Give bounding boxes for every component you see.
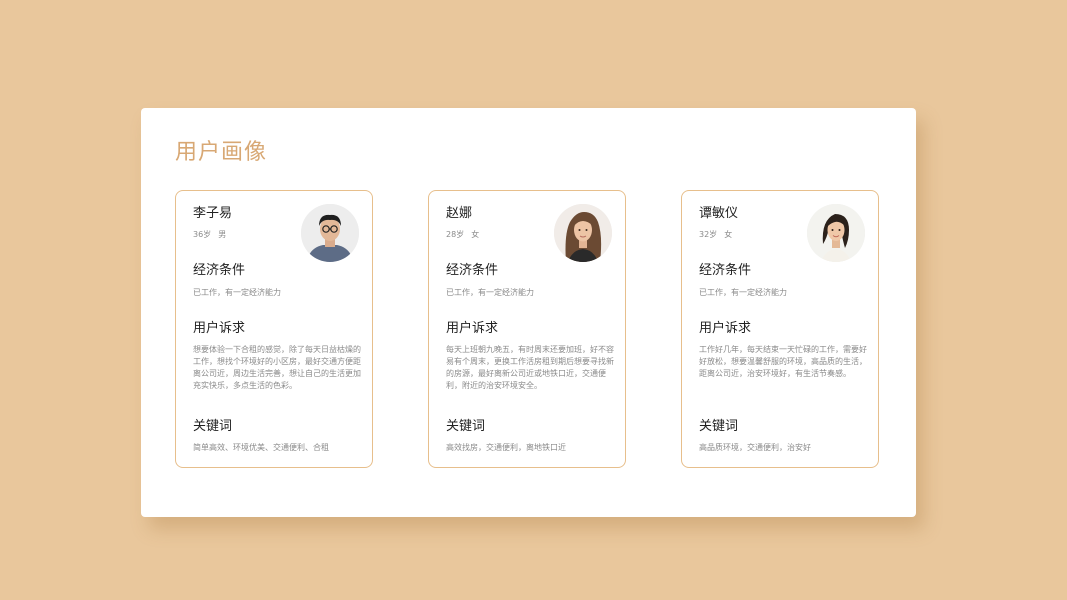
persona-card-2: 赵娜 28岁 女 经济条件 已工作，有一定经济能力 用户诉求 每天上班朝九晚五，… [428, 190, 626, 468]
appeal-text: 工作好几年，每天结束一天忙碌的工作，需要好好放松，想要温馨舒服的环境，高品质的生… [699, 345, 867, 378]
woman-portrait-icon [807, 204, 865, 262]
persona-meta: 28岁 女 [446, 229, 479, 241]
economy-text: 已工作，有一定经济能力 [446, 288, 534, 297]
appeal-heading: 用户诉求 [446, 321, 499, 336]
page-title: 用户画像 [175, 140, 268, 165]
persona-card-3: 谭敏仪 32岁 女 经济条件 已工作，有一定经济能力 用户诉求 工作好几年，每天… [681, 190, 879, 468]
persona-age: 28岁 [446, 230, 465, 239]
persona-card-1: 李子易 36岁 男 经济条件 已工作，有一定经济能力 用户诉求 想要体验一下合租… [175, 190, 373, 468]
economy-heading: 经济条件 [699, 263, 752, 278]
man-portrait-icon [301, 204, 359, 262]
persona-age: 32岁 [699, 230, 718, 239]
persona-name: 赵娜 [446, 206, 473, 221]
persona-gender: 男 [218, 230, 227, 239]
woman-portrait-icon [554, 204, 612, 262]
keywords-text: 简单高效、环境优美、交通便利、合租 [193, 443, 329, 452]
economy-text: 已工作，有一定经济能力 [193, 288, 281, 297]
economy-text: 已工作，有一定经济能力 [699, 288, 787, 297]
persona-gender: 女 [724, 230, 733, 239]
appeal-heading: 用户诉求 [699, 321, 752, 336]
appeal-text: 每天上班朝九晚五，有时周末还要加班，好不容易有个周末，更换工作活房租到期后想要寻… [446, 345, 614, 390]
keywords-text: 高效找房，交通便利，离地铁口近 [446, 443, 566, 452]
keywords-heading: 关键词 [446, 419, 486, 434]
persona-name: 李子易 [193, 206, 233, 221]
persona-age: 36岁 [193, 230, 212, 239]
persona-meta: 36岁 男 [193, 229, 226, 241]
appeal-heading: 用户诉求 [193, 321, 246, 336]
appeal-text: 想要体验一下合租的感觉，除了每天日益枯燥的工作，想找个环境好的小区房，最好交通方… [193, 345, 361, 390]
economy-heading: 经济条件 [193, 263, 246, 278]
persona-gender: 女 [471, 230, 480, 239]
persona-panel: 用户画像 李子易 36岁 男 经济条件 已工作，有一定经济能力 用户诉求 想要体… [141, 108, 916, 517]
keywords-heading: 关键词 [699, 419, 739, 434]
keywords-heading: 关键词 [193, 419, 233, 434]
keywords-text: 高品质环境，交通便利，治安好 [699, 443, 811, 452]
economy-heading: 经济条件 [446, 263, 499, 278]
persona-name: 谭敏仪 [699, 206, 739, 221]
persona-meta: 32岁 女 [699, 229, 732, 241]
